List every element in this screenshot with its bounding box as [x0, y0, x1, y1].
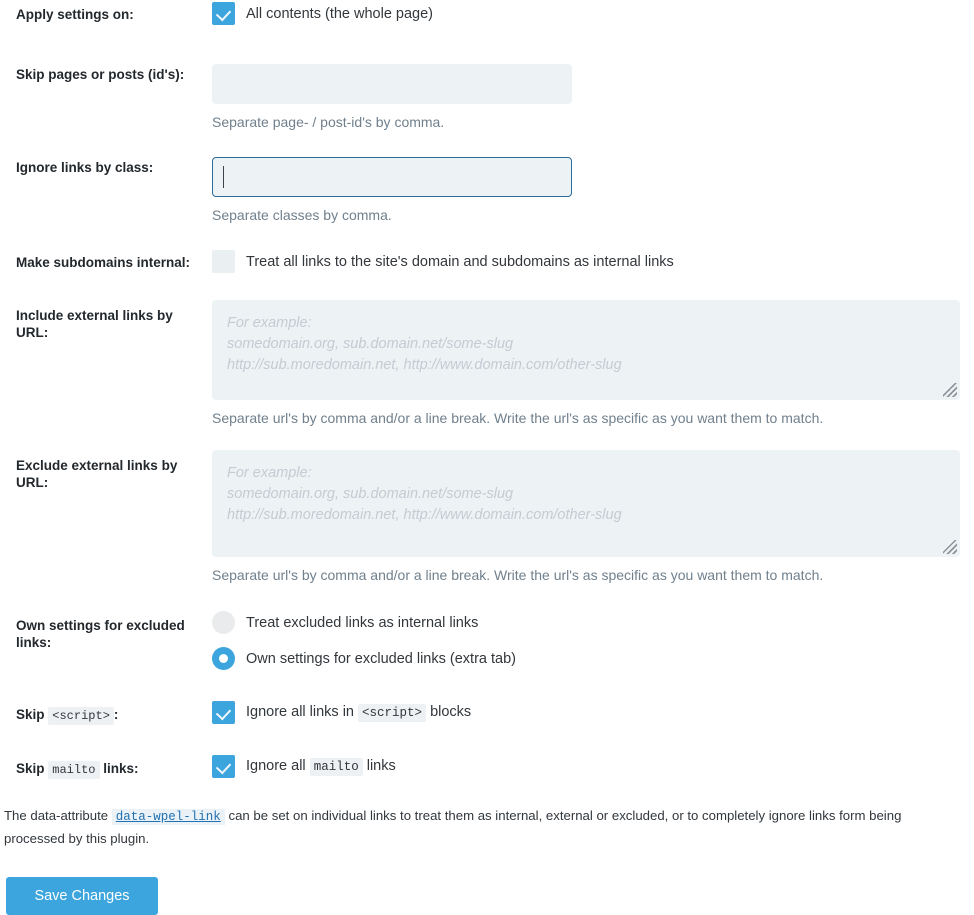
checkbox-label-skip-script-suffix: blocks	[430, 704, 472, 720]
field-ignore-links-by-class: Separate classes by comma.	[212, 145, 974, 225]
ignore-links-by-class-input[interactable]	[212, 157, 572, 197]
help-skip-pages: Separate page- / post-id's by comma.	[212, 114, 445, 130]
field-make-subdomains-internal: Treat all links to the site's domain and…	[212, 250, 974, 273]
checkbox-skip-script[interactable]	[212, 701, 235, 724]
placeholder-line: somedomain.org, sub.domain.net/some-slug	[227, 336, 514, 352]
checkbox-row-make-subdomains-internal[interactable]: Treat all links to the site's domain and…	[212, 250, 974, 273]
code-chip-mailto: mailto	[309, 758, 363, 776]
label-include-external-links: Include external links by URL:	[16, 308, 173, 340]
label-skip-script-suffix: :	[113, 707, 119, 722]
settings-form: Apply settings on: All contents (the who…	[0, 0, 974, 915]
radio-label-treat-excluded-as-internal[interactable]: Treat excluded links as internal links	[246, 613, 478, 633]
checkbox-skip-mailto[interactable]	[212, 755, 235, 778]
placeholder-line: http://sub.moredomain.net, http://www.do…	[227, 357, 622, 373]
label-apply-settings-on: Apply settings on:	[16, 7, 134, 22]
field-skip-mailto: Ignore all mailto links	[212, 755, 974, 778]
checkbox-row-skip-script[interactable]: Ignore all links in <script> blocks	[212, 701, 974, 724]
row-ignore-links-by-class: Ignore links by class: Separate classes …	[0, 145, 974, 225]
placeholder-line: somedomain.org, sub.domain.net/some-slug	[227, 486, 514, 502]
resize-handle-icon[interactable]	[943, 540, 957, 554]
label-skip-mailto-prefix: Skip	[16, 761, 45, 776]
checkbox-row-all-contents[interactable]: All contents (the whole page)	[212, 2, 974, 25]
text-cursor	[223, 166, 224, 188]
checkbox-make-subdomains-internal[interactable]	[212, 250, 235, 273]
checkbox-all-contents[interactable]	[212, 2, 235, 25]
exclude-external-textarea-wrap: For example: somedomain.org, sub.domain.…	[212, 450, 960, 557]
field-exclude-external-links: For example: somedomain.org, sub.domain.…	[212, 450, 974, 585]
radio-row-treat-excluded-as-internal[interactable]: Treat excluded links as internal links	[212, 611, 974, 634]
code-chip-script: <script>	[358, 704, 427, 722]
label-make-subdomains-internal: Make subdomains internal:	[16, 255, 191, 270]
checkbox-label-skip-script-prefix: Ignore all links in	[246, 704, 354, 720]
row-make-subdomains-internal: Make subdomains internal: Treat all link…	[0, 250, 974, 273]
label-skip-mailto-suffix: links:	[103, 761, 139, 776]
resize-handle-icon[interactable]	[943, 383, 957, 397]
label-own-settings-excluded-links: Own settings for excluded links:	[16, 618, 185, 650]
skip-pages-input[interactable]	[212, 64, 572, 104]
radio-label-own-settings-extra-tab[interactable]: Own settings for excluded links (extra t…	[246, 649, 516, 669]
placeholder-line: http://sub.moredomain.net, http://www.do…	[227, 507, 622, 523]
label-exclude-external-links: Exclude external links by URL:	[16, 458, 178, 490]
data-wpel-link-link[interactable]: data-wpel-link	[111, 809, 225, 825]
field-skip-pages-or-posts: Separate page- / post-id's by comma.	[212, 52, 974, 132]
help-exclude-external-links: Separate url's by comma and/or a line br…	[212, 567, 824, 583]
footer-note: The data-attribute data-wpel-link can be…	[0, 805, 968, 849]
footer-note-prefix: The data-attribute	[4, 808, 109, 823]
radio-own-settings-extra-tab[interactable]	[212, 647, 235, 670]
label-skip-script: Skip <script>:	[0, 701, 212, 725]
placeholder-line: For example:	[227, 465, 312, 481]
code-chip-mailto: mailto	[48, 761, 100, 779]
row-own-settings-excluded-links: Own settings for excluded links: Treat e…	[0, 611, 974, 670]
field-skip-script: Ignore all links in <script> blocks	[212, 701, 974, 724]
field-include-external-links: For example: somedomain.org, sub.domain.…	[212, 300, 974, 428]
checkbox-label-skip-mailto[interactable]: Ignore all mailto links	[246, 756, 396, 777]
label-skip-script-prefix: Skip	[16, 707, 45, 722]
radio-row-own-settings-extra-tab[interactable]: Own settings for excluded links (extra t…	[212, 647, 974, 670]
row-skip-mailto: Skip mailto links: Ignore all mailto lin…	[0, 755, 974, 779]
label-skip-pages-or-posts: Skip pages or posts (id's):	[16, 67, 185, 82]
exclude-external-textarea[interactable]: For example: somedomain.org, sub.domain.…	[212, 450, 960, 557]
label-skip-mailto: Skip mailto links:	[0, 755, 212, 779]
checkbox-label-make-subdomains-internal[interactable]: Treat all links to the site's domain and…	[246, 252, 674, 272]
checkbox-row-skip-mailto[interactable]: Ignore all mailto links	[212, 755, 974, 778]
label-ignore-links-by-class: Ignore links by class:	[16, 160, 154, 175]
save-button-wrap: Save Changes	[0, 877, 974, 915]
checkbox-label-skip-mailto-prefix: Ignore all	[246, 758, 306, 774]
code-chip-script: <script>	[48, 707, 114, 725]
row-exclude-external-links: Exclude external links by URL: For examp…	[0, 450, 974, 585]
include-external-textarea-wrap: For example: somedomain.org, sub.domain.…	[212, 300, 960, 400]
row-apply-settings-on: Apply settings on: All contents (the who…	[0, 0, 974, 44]
help-ignore-links-by-class: Separate classes by comma.	[212, 207, 392, 223]
radio-treat-excluded-as-internal[interactable]	[212, 611, 235, 634]
row-skip-pages-or-posts: Skip pages or posts (id's): Separate pag…	[0, 52, 974, 132]
checkbox-label-skip-mailto-suffix: links	[366, 758, 396, 774]
row-skip-script: Skip <script>: Ignore all links in <scri…	[0, 701, 974, 725]
field-own-settings-excluded-links: Treat excluded links as internal links O…	[212, 611, 974, 670]
include-external-textarea[interactable]: For example: somedomain.org, sub.domain.…	[212, 300, 960, 400]
checkbox-label-all-contents[interactable]: All contents (the whole page)	[246, 4, 433, 24]
checkbox-label-skip-script[interactable]: Ignore all links in <script> blocks	[246, 702, 471, 723]
help-include-external-links: Separate url's by comma and/or a line br…	[212, 410, 824, 426]
save-changes-button[interactable]: Save Changes	[6, 877, 158, 915]
row-include-external-links: Include external links by URL: For examp…	[0, 300, 974, 428]
placeholder-line: For example:	[227, 315, 312, 331]
field-apply-settings-on: All contents (the whole page)	[212, 0, 974, 25]
